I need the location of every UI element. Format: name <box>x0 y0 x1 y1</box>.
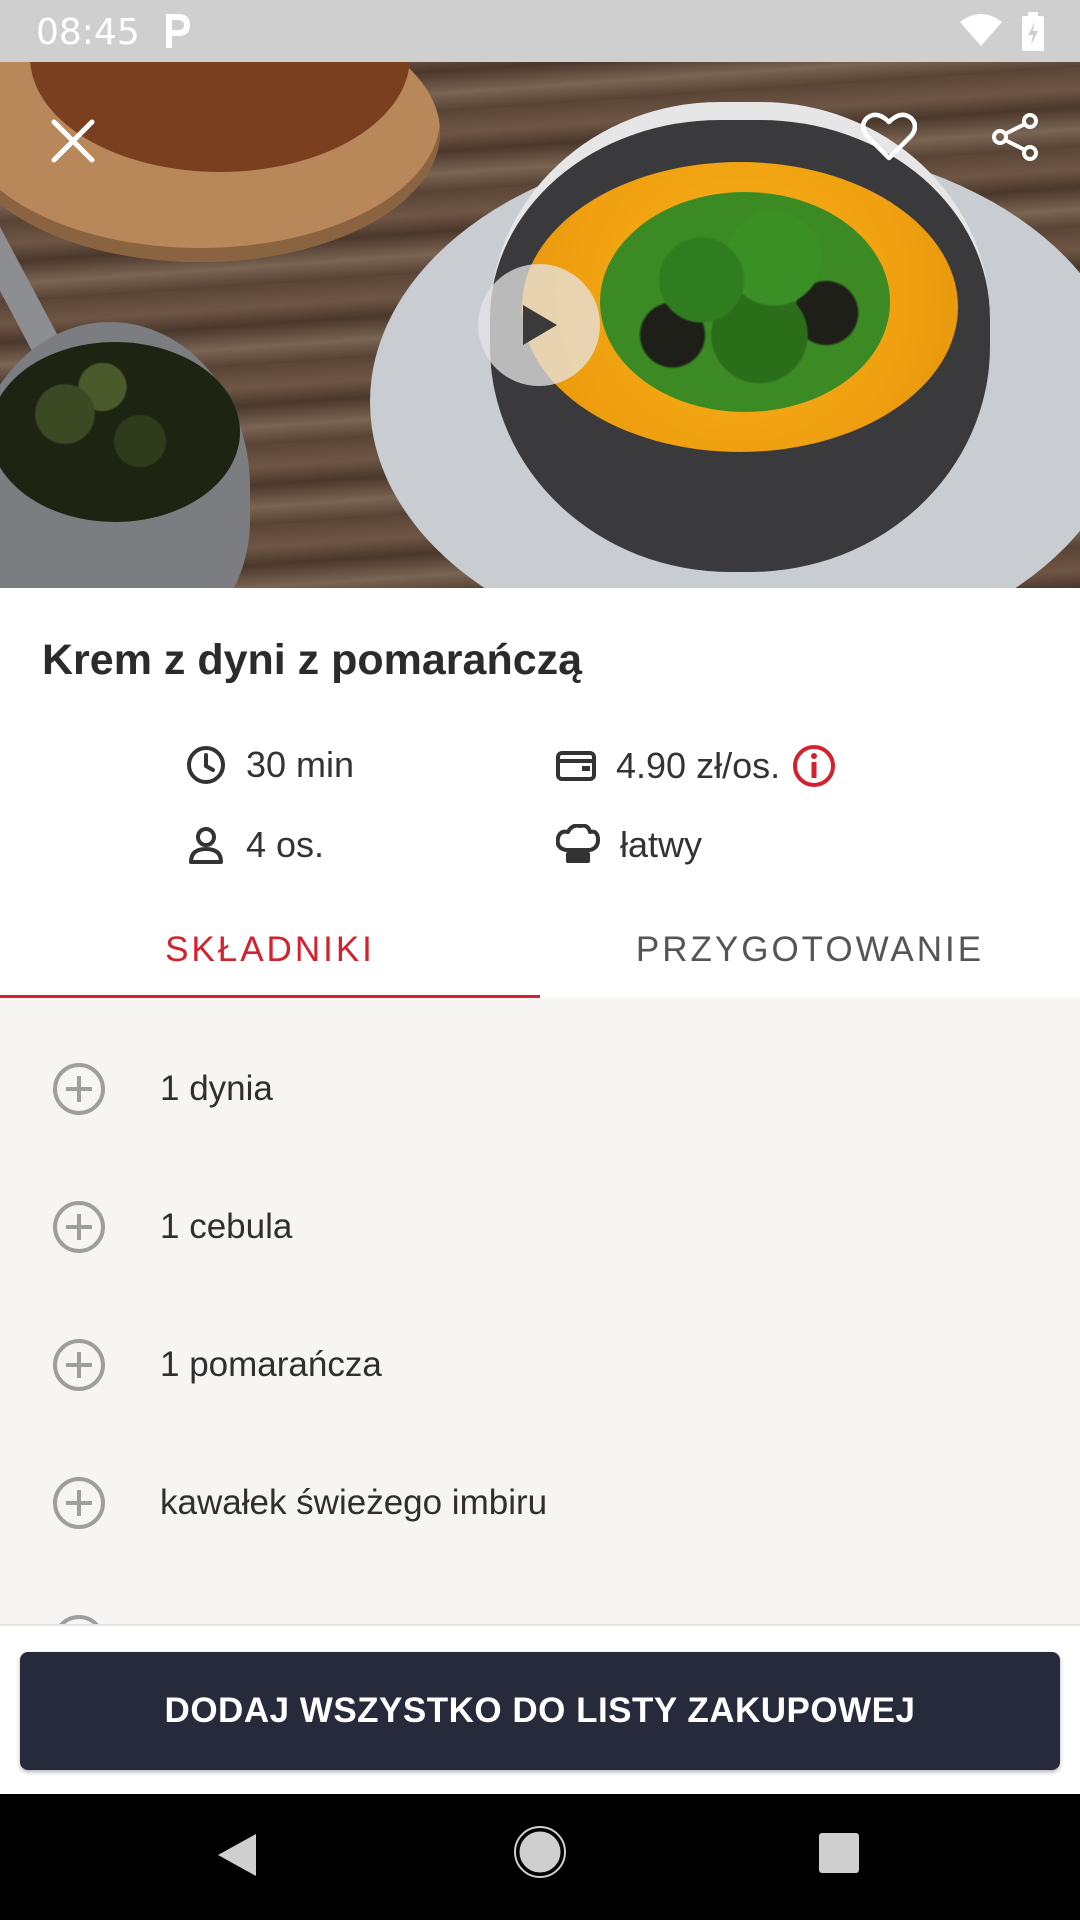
tab-preparation-label: PRZYGOTOWANIE <box>635 930 985 969</box>
wifi-icon <box>960 14 1002 46</box>
cost-per-serving: 4.90 zł/os. <box>556 744 836 788</box>
tab-ingredients-label: SKŁADNIKI <box>165 930 375 969</box>
tab-preparation[interactable]: PRZYGOTOWANIE <box>540 900 1080 1000</box>
pumpkin-seeds-shape <box>0 342 240 522</box>
prep-time-value: 30 min <box>246 744 355 785</box>
servings-value: 4 os. <box>246 824 325 865</box>
share-button[interactable] <box>982 104 1048 170</box>
heart-outline-icon <box>861 112 917 161</box>
cost-value: 4.90 zł/os. <box>616 745 781 786</box>
close-button[interactable] <box>40 108 106 174</box>
add-circle-icon[interactable] <box>52 1614 106 1624</box>
info-icon[interactable] <box>792 744 836 788</box>
add-circle-icon[interactable] <box>52 1476 106 1530</box>
list-item: 1 pomarańcza <box>0 1325 1080 1405</box>
bottom-action-area: DODAJ WSZYSTKO DO LISTY ZAKUPOWEJ <box>0 1624 1080 1794</box>
battery-icon <box>1022 12 1044 51</box>
close-icon <box>51 119 95 163</box>
recipe-tabs: SKŁADNIKI PRZYGOTOWANIE <box>0 900 1080 1000</box>
play-video-button[interactable] <box>478 264 600 386</box>
prep-time: 30 min <box>186 744 354 786</box>
person-icon <box>189 827 223 864</box>
list-item: 1 dynia <box>0 1049 1080 1129</box>
servings: 4 os. <box>186 824 324 866</box>
herbs-shape <box>600 192 890 412</box>
status-bar: 08:45 <box>0 0 1080 62</box>
add-all-to-shopping-list-button[interactable]: DODAJ WSZYSTKO DO LISTY ZAKUPOWEJ <box>20 1652 1060 1770</box>
ingredient-name: kawałek świeżego imbiru <box>160 1483 548 1522</box>
play-icon <box>523 305 557 345</box>
parking-app-icon <box>166 14 190 48</box>
wallet-icon <box>556 751 596 781</box>
status-time: 08:45 <box>36 12 140 53</box>
list-item: 1 cebula <box>0 1187 1080 1267</box>
add-circle-icon[interactable] <box>52 1338 106 1392</box>
add-circle-icon[interactable] <box>52 1062 106 1116</box>
ingredient-name: 1 pomarańcza <box>160 1345 382 1384</box>
tab-ingredients[interactable]: SKŁADNIKI <box>0 900 540 1000</box>
back-icon[interactable] <box>214 1830 260 1880</box>
clock-icon <box>187 746 225 784</box>
list-item-partial <box>0 1601 1080 1624</box>
add-circle-icon[interactable] <box>52 1200 106 1254</box>
ingredients-list: 1 dynia 1 cebula 1 pomarańcza kawałek św… <box>0 998 1080 1624</box>
system-nav-bar <box>0 1794 1080 1920</box>
recipe-title: Krem z dyni z pomarańczą <box>42 636 583 684</box>
difficulty: łatwy <box>556 824 702 866</box>
share-icon <box>992 113 1038 161</box>
home-icon[interactable] <box>514 1826 566 1878</box>
ingredient-name: 1 cebula <box>160 1207 293 1246</box>
difficulty-value: łatwy <box>620 824 703 865</box>
chef-hat-icon <box>556 824 600 863</box>
recent-apps-icon[interactable] <box>818 1832 860 1874</box>
list-item: kawałek świeżego imbiru <box>0 1463 1080 1543</box>
favorite-button[interactable] <box>856 104 922 170</box>
ingredient-name: 1 dynia <box>160 1069 273 1108</box>
